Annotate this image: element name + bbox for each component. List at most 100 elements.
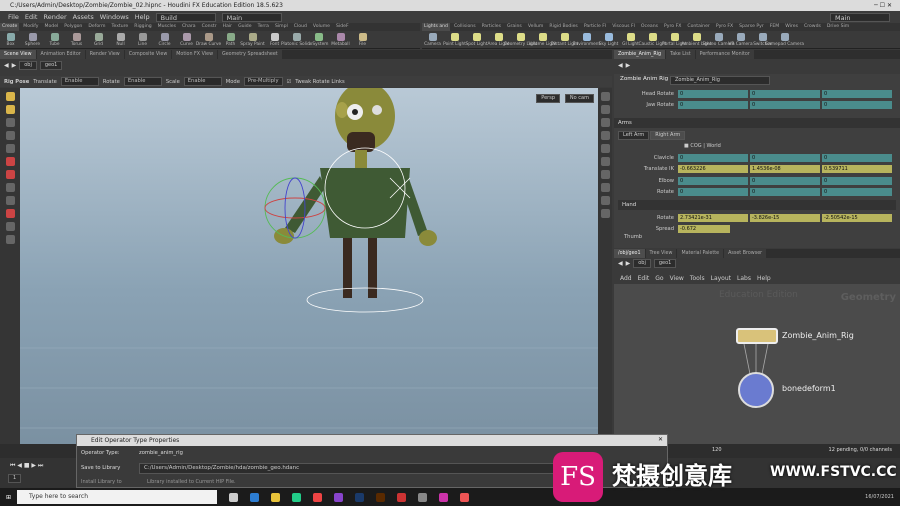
menu-windows[interactable]: Windows [100, 13, 129, 21]
zombie-anim-rig-node[interactable] [736, 328, 778, 344]
shelf-tool-button[interactable]: Spot Light [466, 31, 487, 48]
snap-icon[interactable] [5, 196, 15, 205]
network-menu-item[interactable]: Labs [737, 275, 751, 282]
back-icon[interactable]: ◀ [618, 260, 623, 267]
shelf-tab[interactable]: Model [43, 23, 61, 31]
shelf-tab[interactable]: Collisions [452, 23, 478, 31]
path-geo1[interactable]: geo1 [39, 61, 63, 70]
param-value-field[interactable]: 1.4536e-08 [750, 165, 820, 173]
bonedeform-node[interactable] [738, 372, 774, 408]
shelf-tab[interactable]: Crowds [802, 23, 823, 31]
photoshop-icon[interactable] [355, 492, 365, 502]
shelf-tool-button[interactable]: Environment [573, 31, 600, 48]
shelf-tool-button[interactable]: Draw Curve [196, 31, 221, 48]
param-value-field[interactable]: 0 [678, 176, 748, 185]
network-tab[interactable]: Tree View [645, 249, 677, 258]
shelf-tool-button[interactable]: Stereo Camera [702, 31, 735, 48]
wireframe-icon[interactable] [600, 131, 610, 140]
shelf-tool-button[interactable]: Metaball [330, 31, 351, 48]
view-icon[interactable] [5, 235, 15, 244]
node-name-field[interactable]: Zombie_Anim_Rig [670, 76, 770, 85]
shelf-tab[interactable]: Pyro FX [662, 23, 683, 31]
menu-assets[interactable]: Assets [73, 13, 94, 21]
shelf-tab[interactable]: Grains [505, 23, 524, 31]
visibility-icon[interactable] [600, 196, 610, 205]
vs-icon[interactable] [334, 492, 344, 502]
tweak-checkbox[interactable]: ☑ [287, 79, 292, 85]
param-value-field[interactable]: 0 [750, 188, 820, 196]
network-tab[interactable]: Material Palette [677, 249, 724, 258]
shelf-tool-button[interactable]: File [352, 31, 373, 48]
shelf-tool-button[interactable]: Line [132, 31, 153, 48]
viewer-tab[interactable]: Motion FX View [172, 50, 217, 59]
param-value-field[interactable]: 0 [678, 188, 748, 196]
back-icon[interactable]: ◀ [4, 62, 9, 69]
shelf-tool-button[interactable]: Tube [44, 31, 65, 48]
shelf-tool-button[interactable]: Gamepad Camera [765, 31, 804, 48]
param-tab[interactable]: Performance Monitor [695, 50, 754, 59]
handle-icon[interactable] [5, 131, 15, 140]
desktop-select-right[interactable]: Main [830, 12, 890, 22]
net-path-geo1[interactable]: geo1 [653, 259, 677, 268]
shelf-tool-button[interactable]: Box [0, 31, 21, 48]
network-editor[interactable]: Education Edition Geometry Zombie_Anim_R… [614, 284, 900, 444]
edge-icon[interactable] [250, 492, 260, 502]
shelf-tab[interactable]: Drive Sim [825, 23, 851, 31]
shelf-tab[interactable]: Create [0, 23, 20, 31]
network-menu-item[interactable]: Add [620, 275, 632, 282]
shelf-tool-button[interactable]: Sky Light [598, 31, 619, 48]
forward-icon[interactable]: ▶ [626, 62, 631, 69]
shelf-tool-button[interactable]: VR Camera [728, 31, 753, 48]
viewer-tab[interactable]: Composite View [124, 50, 172, 59]
param-value-field[interactable]: 0 [822, 101, 892, 109]
shelf-tool-button[interactable]: Circle [154, 31, 175, 48]
shelf-tool-button[interactable]: L-System [308, 31, 329, 48]
library-path-field[interactable]: C:/Users/Admin/Desktop/Zombie/hda/zombie… [139, 463, 559, 474]
shelf-tab[interactable]: Rigging [132, 23, 153, 31]
pose-icon[interactable] [5, 157, 15, 166]
menu-edit[interactable]: Edit [25, 13, 38, 21]
shelf-tool-button[interactable]: Torus [66, 31, 87, 48]
network-menu-item[interactable]: Edit [638, 275, 650, 282]
forward-icon[interactable]: ▶ [12, 62, 17, 69]
close-icon[interactable]: ✕ [658, 436, 663, 443]
translate-select[interactable]: Enable [60, 77, 99, 86]
shelf-tab[interactable]: Sparse Pyr [737, 23, 766, 31]
param-value-field[interactable]: 0 [822, 153, 892, 162]
shelf-tab[interactable]: Hair [221, 23, 234, 31]
viewer-tab[interactable]: Geometry Spreadsheet [218, 50, 282, 59]
desktop-select[interactable]: Build [155, 12, 216, 22]
explorer-icon[interactable] [271, 492, 281, 502]
display-icon[interactable] [600, 105, 610, 114]
shelf-tab[interactable]: Polygon [62, 23, 84, 31]
hand-folder[interactable]: Hand [618, 200, 896, 210]
param-value-field[interactable]: 0.539711 [822, 165, 892, 173]
network-menu-item[interactable]: Layout [711, 275, 731, 282]
app-icon[interactable] [292, 492, 302, 502]
shelf-tab[interactable]: SideF [334, 23, 351, 31]
shelf-tab[interactable]: FEM [768, 23, 782, 31]
network-menu-item[interactable]: Go [655, 275, 663, 282]
viewer-tab[interactable]: Scene View [0, 50, 36, 59]
param-value-field[interactable]: 0 [678, 153, 748, 162]
grid-icon[interactable] [600, 170, 610, 179]
param-value-field[interactable]: 0 [822, 188, 892, 196]
param-value-field[interactable]: -3.826e-15 [750, 213, 820, 222]
select-icon[interactable] [5, 105, 15, 114]
param-tab[interactable]: Take List [666, 50, 695, 59]
shelf-tab[interactable]: Wires [783, 23, 800, 31]
shelf-tab[interactable]: Volume [311, 23, 332, 31]
net-path-obj[interactable]: obj [633, 259, 651, 268]
menu-file[interactable]: File [8, 13, 19, 21]
shelf-tab[interactable]: Texture [109, 23, 130, 31]
shelf-tool-button[interactable]: Point Light [443, 31, 466, 48]
snap-icon[interactable] [5, 183, 15, 192]
network-tab[interactable]: /obj/geo1 [614, 249, 645, 258]
shelf-tool-button[interactable]: Sphere [22, 31, 43, 48]
scale-select[interactable]: Enable [183, 77, 222, 86]
param-value-field[interactable]: 0 [678, 101, 748, 109]
shelf-tab[interactable]: Cloud [292, 23, 309, 31]
shelf-tab[interactable]: Terra [256, 23, 271, 31]
param-value-field[interactable]: -0.663226 [678, 165, 748, 173]
shelf-tool-button[interactable]: Path [220, 31, 241, 48]
